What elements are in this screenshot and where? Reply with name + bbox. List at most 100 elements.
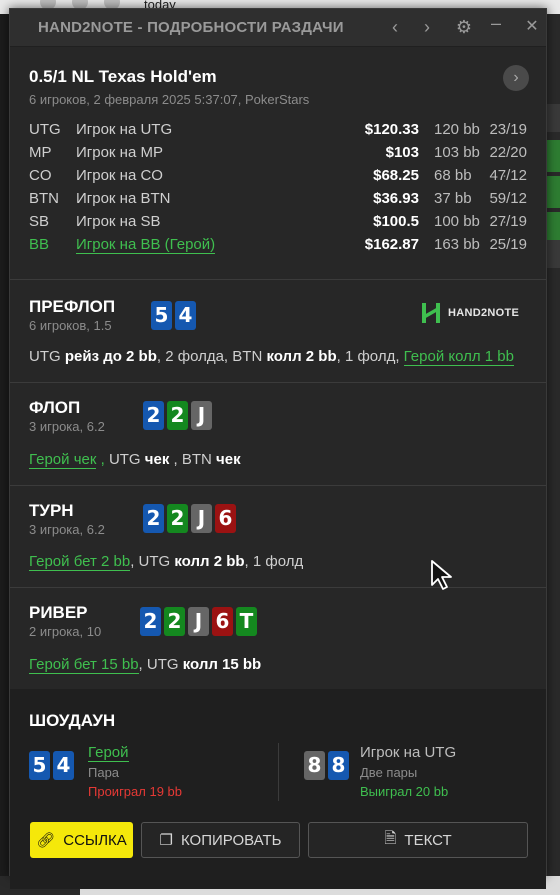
playing-card: T: [236, 607, 257, 636]
player-row: BTN Игрок на BTN $36.93 37 bb · 59/12: [29, 190, 527, 213]
hero-name-link[interactable]: Герой: [88, 744, 129, 762]
hero-result: Проиграл 19 bb: [88, 784, 182, 799]
game-subtitle: 6 игроков, 2 февраля 2025 5:37:07, Poker…: [29, 92, 310, 107]
player-position: BB: [29, 236, 50, 253]
copy-button[interactable]: ❐ КОПИРОВАТЬ: [141, 822, 300, 858]
board-cards: 22J: [143, 401, 212, 430]
playing-card: 4: [175, 301, 196, 330]
street-subtitle: 3 игрока, 6.2: [29, 522, 105, 537]
playing-card: J: [188, 607, 209, 636]
hero-showdown: Герой Пара Проиграл 19 bb: [88, 744, 182, 799]
board-cards: 22J6: [143, 504, 236, 533]
playing-card: 6: [215, 504, 236, 533]
player-name[interactable]: Игрок на SB: [76, 213, 160, 230]
hero-action[interactable]: Герой колл 1 bb: [403, 348, 514, 366]
action-player: , BTN: [169, 451, 217, 468]
gear-icon[interactable]: ⚙: [453, 16, 475, 38]
street-actions: Герой чек , UTG чек , BTN чек: [29, 451, 241, 469]
player-name[interactable]: Игрок на UTG: [76, 121, 172, 138]
player-row: CO Игрок на CO $68.25 68 bb · 47/12: [29, 167, 527, 190]
link-button[interactable]: 🔗︎ ССЫЛКА: [30, 822, 133, 858]
hero-player-row: BB Игрок на BB (Герой) $162.87 163 bb · …: [29, 236, 527, 259]
hero-player-name[interactable]: Игрок на BB (Герой): [76, 236, 216, 254]
copy-icon: ❐: [159, 832, 173, 849]
action-call: колл 2 bb: [266, 348, 337, 365]
logo-text: HAND2NOTE: [448, 307, 520, 319]
action-player: , UTG: [138, 656, 183, 673]
playing-card: 6: [212, 607, 233, 636]
players-table: UTG Игрок на UTG $120.33 120 bb · 23/19 …: [29, 121, 527, 259]
background-app-right: [546, 14, 560, 895]
player-name[interactable]: Игрок на BTN: [76, 190, 170, 207]
villain-hand-rank: Две пары: [360, 765, 418, 780]
player-name[interactable]: Игрок на CO: [76, 167, 163, 184]
hand2note-logo-icon: [420, 302, 442, 324]
hand-details-window: HAND2NOTE - ПОДРОБНОСТИ РАЗДАЧИ ‹ › ⚙ – …: [9, 8, 547, 889]
minimize-icon[interactable]: –: [485, 12, 507, 34]
action-check: чек: [144, 451, 170, 468]
player-stats: 23/19: [489, 121, 527, 138]
player-stack: $36.93: [373, 190, 419, 207]
playing-card: 2: [167, 401, 188, 430]
villain-showdown: Игрок на UTG Две пары Выиграл 20 bb: [360, 744, 456, 799]
street-subtitle: 2 игрока, 10: [29, 624, 102, 639]
text-button[interactable]: 🗎︎ ТЕКСТ: [308, 822, 528, 858]
player-row: SB Игрок на SB $100.5 100 bb · 27/19: [29, 213, 527, 236]
street-actions: Герой бет 15 bb, UTG колл 15 bb: [29, 656, 262, 674]
street-flop: ФЛОП 3 игрока, 6.2 22J Герой чек , UTG ч…: [10, 383, 546, 486]
hero-action[interactable]: Герой бет 15 bb: [29, 656, 139, 674]
action-check: чек: [216, 451, 241, 468]
hero-action[interactable]: Герой бет 2 bb: [29, 553, 131, 571]
action-player: UTG: [29, 348, 65, 365]
action-player: UTG: [108, 451, 145, 468]
next-hand-icon[interactable]: ›: [503, 65, 529, 91]
action-raise: рейз до 2 bb: [64, 348, 157, 365]
text-button-label: ТЕКСТ: [404, 831, 452, 849]
player-stack: $100.5: [373, 213, 419, 230]
player-name[interactable]: Игрок на MP: [76, 144, 163, 161]
close-icon[interactable]: ✕: [521, 16, 543, 38]
player-position: MP: [29, 144, 52, 161]
playing-card: 8: [304, 751, 325, 780]
player-stats: 27/19: [489, 213, 527, 230]
player-row: UTG Игрок на UTG $120.33 120 bb · 23/19: [29, 121, 527, 144]
player-row: MP Игрок на MP $103 103 bb · 22/20: [29, 144, 527, 167]
mouse-cursor-icon: [431, 560, 452, 590]
player-stats: 47/12: [489, 167, 527, 184]
chevron-right-icon[interactable]: ›: [416, 16, 438, 38]
villain-name[interactable]: Игрок на UTG: [360, 744, 456, 761]
villain-hole-cards: 88: [304, 751, 349, 780]
playing-card: 2: [143, 401, 164, 430]
street-name: ПРЕФЛОП: [29, 297, 116, 316]
titlebar[interactable]: HAND2NOTE - ПОДРОБНОСТИ РАЗДАЧИ ‹ › ⚙ – …: [10, 9, 546, 47]
hand2note-logo: HAND2NOTE: [420, 302, 519, 324]
hero-hand-rank: Пара: [88, 765, 120, 780]
hero-action[interactable]: Герой чек: [29, 451, 97, 469]
hand-header: 0.5/1 NL Texas Hold'em 6 игроков, 2 февр…: [10, 47, 546, 280]
street-subtitle: 3 игрока, 6.2: [29, 419, 105, 434]
street-turn: ТУРН 3 игрока, 6.2 22J6 Герой бет 2 bb, …: [10, 486, 546, 588]
playing-card: 2: [167, 504, 188, 533]
copy-button-label: КОПИРОВАТЬ: [180, 831, 282, 849]
board-cards: 22J6T: [140, 607, 257, 636]
showdown-divider: [278, 743, 279, 801]
action-call: колл 15 bb: [182, 656, 262, 673]
showdown-title: ШОУДАУН: [29, 711, 116, 730]
street-actions: UTG рейз до 2 bb, 2 фолда, BTN колл 2 bb…: [29, 348, 514, 366]
playing-card: 2: [140, 607, 161, 636]
player-position: CO: [29, 167, 52, 184]
player-stack: $103: [385, 144, 419, 161]
player-stack-bb: 37 bb: [434, 190, 472, 207]
playing-card: 2: [164, 607, 185, 636]
game-title: 0.5/1 NL Texas Hold'em: [29, 67, 217, 86]
hero-hole-cards: 54: [29, 751, 74, 780]
player-stats: 25/19: [489, 236, 527, 253]
chevron-left-icon[interactable]: ‹: [384, 16, 406, 38]
street-preflop: ПРЕФЛОП 6 игроков, 1.5 54 HAND2NOTE UTG …: [10, 280, 546, 383]
player-stack: $120.33: [364, 121, 419, 138]
player-position: SB: [29, 213, 50, 230]
action-text: , 1 фолд,: [336, 348, 404, 365]
playing-card: J: [191, 504, 212, 533]
player-stack-bb: 68 bb: [434, 167, 472, 184]
playing-card: 8: [328, 751, 349, 780]
